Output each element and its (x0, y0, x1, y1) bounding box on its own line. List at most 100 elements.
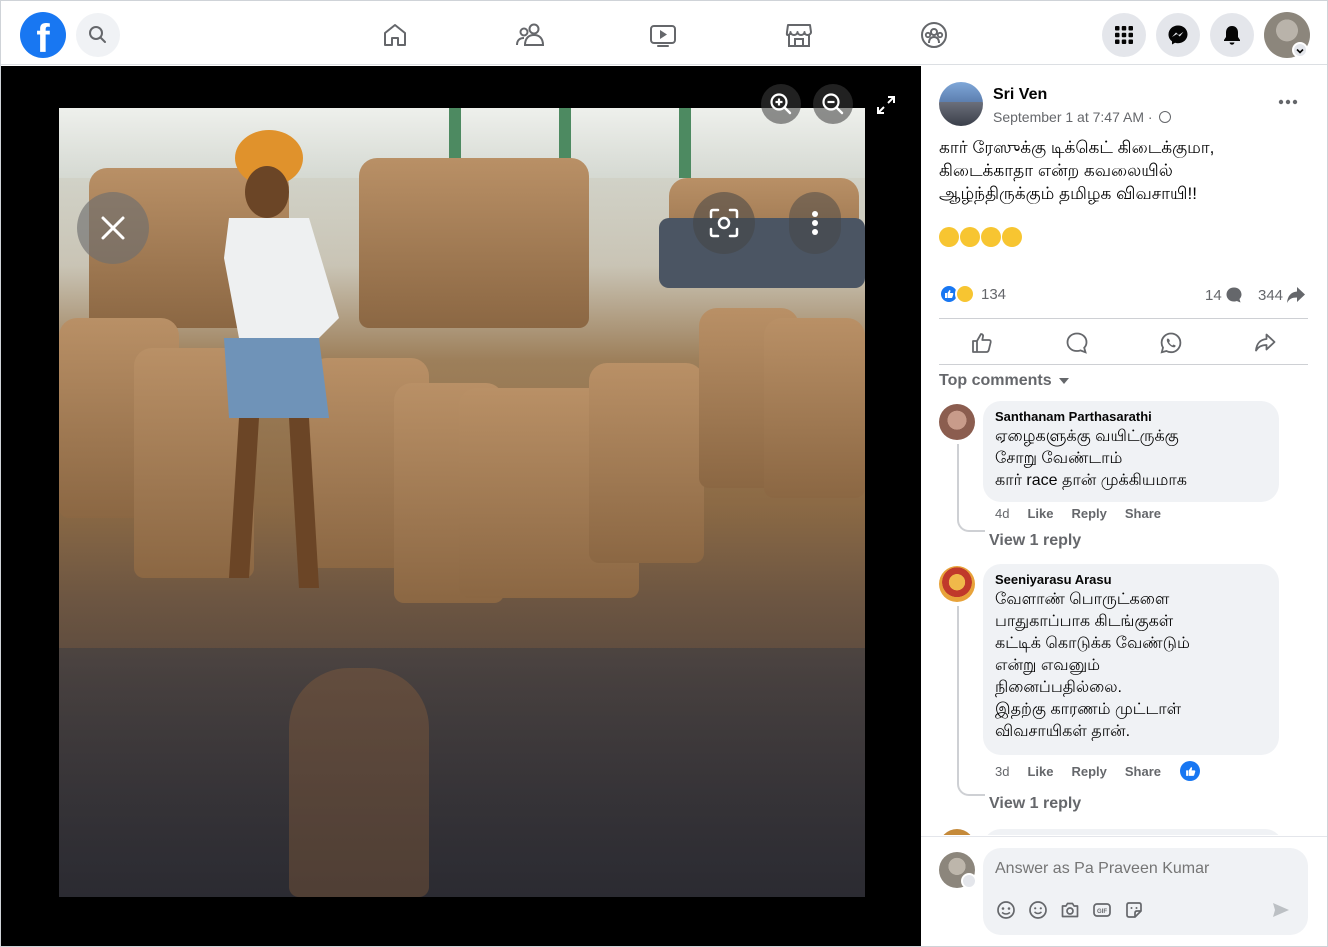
photo-more-button[interactable] (789, 192, 841, 254)
close-icon (101, 216, 125, 240)
emoji-icon (1029, 901, 1047, 919)
view-replies-link[interactable]: View 1 reply (989, 795, 1081, 813)
reply-thread-line (957, 606, 985, 796)
svg-text:GIF: GIF (1097, 909, 1107, 915)
comment-time[interactable]: 4d (995, 506, 1009, 521)
gif-icon: GIF (1093, 903, 1111, 917)
search-icon (89, 26, 106, 43)
groups-icon (921, 22, 947, 48)
comment-sort-dropdown[interactable]: Top comments (939, 372, 1070, 390)
comment-share-link[interactable]: Share (1125, 764, 1161, 779)
messenger-button[interactable] (1156, 13, 1200, 57)
thinking-emoji-icon (960, 227, 980, 247)
nav-friends[interactable] (510, 15, 550, 55)
comment-bubble-icon (1226, 287, 1242, 303)
farmer-reflection (289, 668, 429, 897)
send-icon (1273, 903, 1289, 917)
post-options-button[interactable] (1276, 90, 1300, 114)
thumbs-up-icon (1185, 766, 1195, 776)
account-chevron-icon[interactable] (1292, 42, 1308, 58)
sack (764, 318, 865, 498)
current-user-chevron-icon[interactable] (961, 873, 977, 889)
nav-groups[interactable] (914, 15, 954, 55)
menu-button[interactable] (1102, 13, 1146, 57)
comment-actions: 4d Like Reply Share (995, 506, 1161, 521)
messenger-icon (1168, 25, 1188, 45)
nav-home[interactable] (375, 15, 415, 55)
fullscreen-icon (877, 96, 895, 114)
comment-time[interactable]: 3d (995, 764, 1009, 779)
comment-share-link[interactable]: Share (1125, 506, 1161, 521)
rolling-eyes-emoji-icon (1002, 227, 1022, 247)
post-emoji-row (939, 227, 1022, 247)
photo-upload-button[interactable] (1059, 899, 1081, 921)
whatsapp-icon (1160, 332, 1182, 354)
notifications-button[interactable] (1210, 13, 1254, 57)
like-button[interactable] (967, 328, 997, 358)
emoji-button[interactable] (1027, 899, 1049, 921)
post-details-panel: Sri Ven September 1 at 7:47 AM · கார் ரே… (921, 66, 1327, 946)
commenter-avatar[interactable] (939, 566, 975, 602)
sticker-button[interactable] (1123, 899, 1145, 921)
share-button[interactable] (1250, 328, 1280, 358)
divider (939, 318, 1308, 319)
comment-like-link[interactable]: Like (1027, 764, 1053, 779)
comment-text: வேளாண் பொருட்களை பாதுகாப்பாக கிடங்குகள் … (995, 591, 1190, 740)
sad-reaction-icon (955, 284, 975, 304)
comment-reply-link[interactable]: Reply (1071, 506, 1106, 521)
comment-like-link[interactable]: Like (1027, 506, 1053, 521)
close-viewer-button[interactable] (77, 192, 149, 264)
zoom-in-button[interactable] (761, 84, 801, 124)
author-name[interactable]: Sri Ven (993, 86, 1047, 104)
reaction-summary[interactable]: 134 (939, 284, 1006, 304)
thinking-emoji-icon (939, 227, 959, 247)
avatar-sticker-button[interactable] (995, 899, 1017, 921)
comment-like-badge[interactable] (1180, 761, 1200, 781)
comment-sort-label[interactable]: Top comments (939, 372, 1052, 390)
lens-icon (709, 208, 739, 238)
home-icon (384, 24, 406, 46)
share-count[interactable]: 344 (1258, 286, 1306, 304)
watch-icon (650, 25, 676, 47)
reaction-count[interactable]: 134 (981, 286, 1006, 303)
sack (589, 363, 704, 563)
commenter-name[interactable]: Santhanam Parthasarathi (995, 409, 1267, 424)
globe-icon (1159, 111, 1172, 123)
whatsapp-share-button[interactable] (1156, 328, 1186, 358)
nav-watch[interactable] (643, 15, 683, 55)
comment-button[interactable] (1062, 328, 1092, 358)
fullscreen-button[interactable] (875, 94, 897, 116)
photo-pillar (679, 108, 691, 178)
zoom-out-button[interactable] (813, 84, 853, 124)
gif-button[interactable]: GIF (1091, 899, 1113, 921)
comment-count-value[interactable]: 14 (1205, 287, 1222, 304)
comment-reply-link[interactable]: Reply (1071, 764, 1106, 779)
author-avatar[interactable] (939, 82, 983, 126)
comment-composer[interactable]: GIF (983, 848, 1308, 935)
comment-actions: 3d Like Reply Share (995, 764, 1161, 779)
search-button[interactable] (76, 13, 120, 57)
marketplace-icon (785, 24, 812, 47)
comment-input[interactable] (995, 860, 1285, 878)
comment-bubble: Seeniyarasu Arasu வேளாண் பொருட்களை பாதுக… (983, 564, 1279, 755)
sticker-icon (1126, 902, 1142, 918)
share-icon (1255, 333, 1276, 352)
divider (921, 836, 1327, 837)
post-time-text[interactable]: September 1 at 7:47 AM · (993, 109, 1156, 125)
send-comment-button[interactable] (1270, 899, 1292, 921)
top-navigation-bar: f (1, 1, 1327, 65)
nav-marketplace[interactable] (779, 15, 819, 55)
comment-icon (1066, 332, 1088, 354)
caret-down-icon (1058, 378, 1069, 384)
share-count-value[interactable]: 344 (1258, 287, 1283, 304)
facebook-logo[interactable]: f (20, 12, 66, 58)
commenter-avatar[interactable] (939, 404, 975, 440)
commenter-name[interactable]: Seeniyarasu Arasu (995, 572, 1267, 587)
visual-search-button[interactable] (693, 192, 755, 254)
next-comment-peek (939, 829, 1308, 835)
farmer-figure (224, 130, 339, 588)
comment-count[interactable]: 14 (1205, 286, 1243, 304)
avatar-sticker-icon (997, 901, 1015, 919)
post-timestamp[interactable]: September 1 at 7:47 AM · (993, 109, 1172, 125)
view-replies-link[interactable]: View 1 reply (989, 532, 1081, 550)
